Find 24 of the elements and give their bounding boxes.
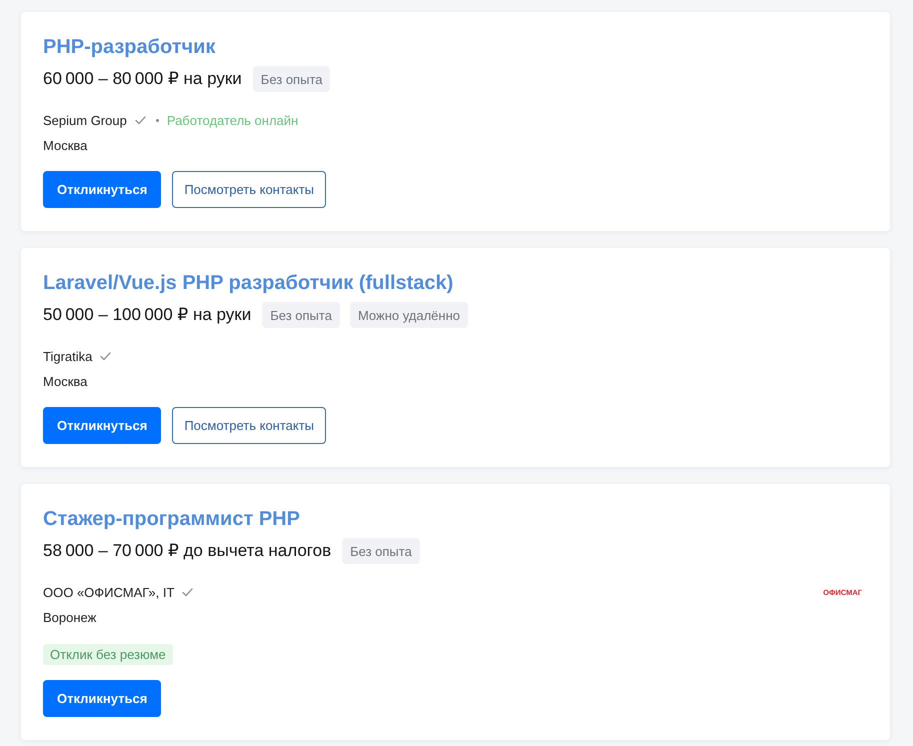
company-name-link[interactable]: ООО «ОФИСМАГ», IT: [43, 584, 174, 600]
contacts-button[interactable]: Посмотреть контакты: [172, 171, 326, 208]
respond-button[interactable]: Откликнуться: [43, 680, 162, 717]
experience-tag: Можно удалённо: [350, 302, 468, 328]
employer-online-status: Работодатель онлайн: [166, 112, 298, 128]
vacancy-title-link[interactable]: PHP-разработчик: [43, 34, 216, 60]
company-name-link[interactable]: Sepium Group: [43, 112, 127, 128]
respond-button[interactable]: Откликнуться: [43, 407, 162, 444]
vacancy-title-link[interactable]: Стажер-программист PHP: [43, 506, 300, 532]
salary-text: 60 000 – 80 000 ₽ на руки: [43, 68, 242, 90]
experience-tag: Без опыта: [252, 66, 330, 92]
experience-tag: Без опыта: [262, 302, 340, 328]
experience-tag: Без опыта: [342, 538, 420, 564]
separator-dot-icon: [156, 118, 159, 122]
city-text: Москва: [43, 137, 88, 155]
salary-text: 50 000 – 100 000 ₽ на руки: [43, 304, 252, 326]
contacts-button[interactable]: Посмотреть контакты: [172, 407, 326, 444]
no-resume-badge: Отклик без резюме: [43, 644, 173, 665]
salary-text: 58 000 – 70 000 ₽ до вычета налогов: [43, 540, 332, 562]
vacancy-title-link[interactable]: Laravel/Vue.js PHP разработчик (fullstack): [43, 270, 454, 296]
city-text: Москва: [43, 373, 88, 391]
respond-button[interactable]: Откликнуться: [43, 171, 162, 208]
company-name-link[interactable]: Tigratika: [43, 348, 92, 364]
city-text: Воронеж: [43, 609, 96, 627]
